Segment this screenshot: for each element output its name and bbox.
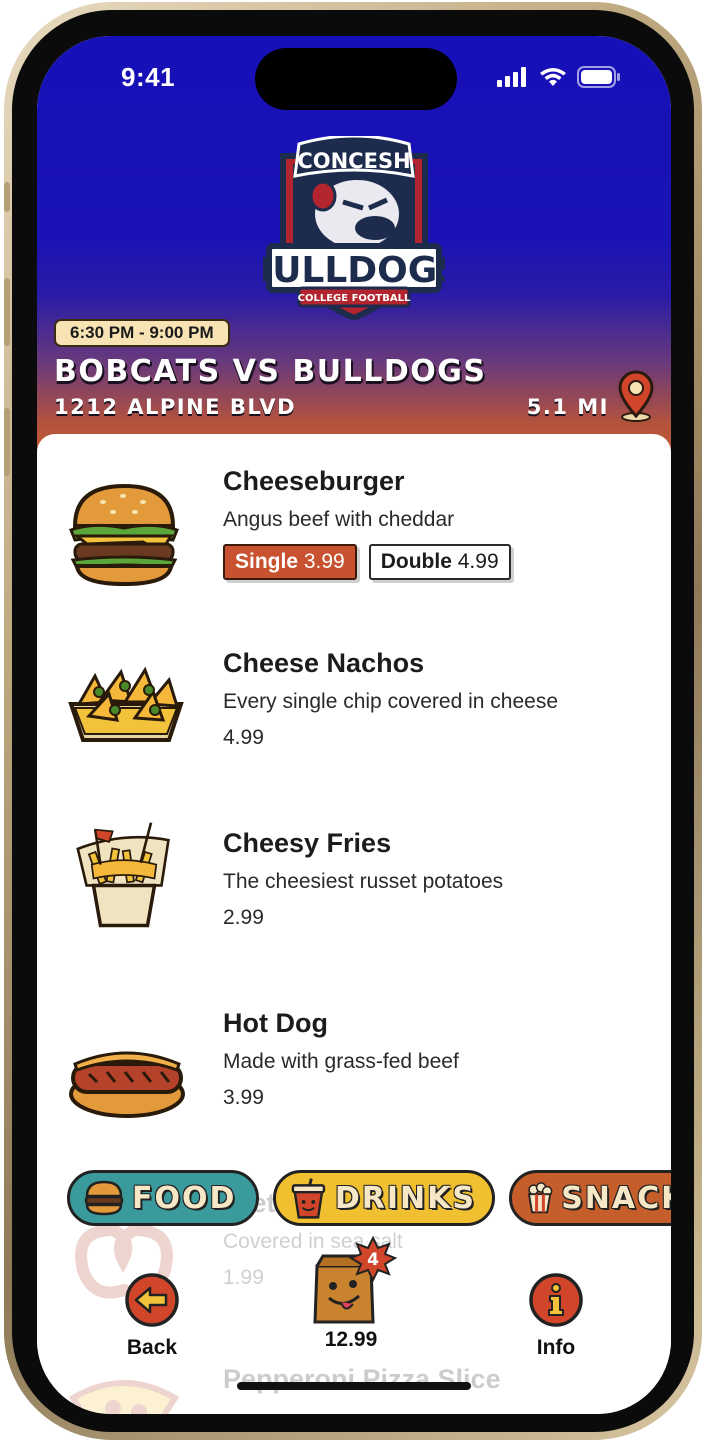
category-drinks-button[interactable]: DRINKS bbox=[273, 1170, 495, 1226]
size-label: Double bbox=[380, 550, 452, 573]
nachos-icon bbox=[68, 666, 184, 742]
item-name: Cheeseburger bbox=[223, 466, 405, 496]
item-name: Cheesy Fries bbox=[223, 828, 392, 858]
popcorn-icon bbox=[527, 1182, 553, 1214]
cheeseburger-icon bbox=[69, 483, 179, 587]
info-button[interactable]: Info bbox=[521, 1272, 591, 1360]
category-food-button[interactable]: FOOD bbox=[67, 1170, 259, 1226]
item-name: Cheese Nachos bbox=[223, 648, 425, 678]
item-description: Angus beef with cheddar bbox=[223, 508, 455, 531]
volume-down-button bbox=[4, 408, 10, 476]
status-time: 9:41 bbox=[121, 62, 176, 92]
event-header: 9:41 CONCESH ULLDOG COLLEGE FOOTBALL 6:3… bbox=[37, 36, 671, 456]
item-price: 3.99 bbox=[223, 1086, 264, 1109]
burger-icon bbox=[84, 1180, 124, 1216]
back-button[interactable]: Back bbox=[115, 1272, 189, 1360]
size-single-button[interactable]: Single 3.99 bbox=[223, 544, 357, 580]
signal-icon bbox=[497, 67, 526, 87]
category-label: DRINKS bbox=[334, 1180, 476, 1216]
size-label: Single bbox=[235, 550, 299, 573]
hot-dog-icon bbox=[69, 1051, 185, 1118]
wifi-icon bbox=[540, 68, 566, 86]
logo-line2: BULLDOGS bbox=[263, 250, 445, 291]
item-name: Hot Dog bbox=[223, 1008, 328, 1038]
pizza-icon bbox=[68, 1380, 180, 1414]
size-price: 4.99 bbox=[457, 550, 499, 573]
category-label: FOOD bbox=[132, 1180, 237, 1216]
category-snacks-button[interactable]: SNACKS bbox=[509, 1170, 671, 1226]
item-price: 4.99 bbox=[223, 726, 264, 749]
bulldogs-logo: CONCESH BULLDOGS COLLEGE FOOTBALL bbox=[263, 136, 445, 320]
item-description: Made with grass-fed beef bbox=[223, 1050, 459, 1073]
item-description: Every single chip covered in cheese bbox=[223, 690, 559, 713]
size-double-button[interactable]: Double 4.99 bbox=[368, 544, 511, 580]
event-time-badge: 6:30 PM - 9:00 PM bbox=[54, 319, 230, 347]
category-label: SNACKS bbox=[561, 1180, 671, 1216]
shopping-bag-icon: 4 bbox=[313, 1235, 398, 1324]
category-bar: FOOD DRINKS SNACKS bbox=[67, 1170, 671, 1226]
item-description: The cheesiest russet potatoes bbox=[223, 870, 504, 893]
info-icon bbox=[529, 1273, 583, 1327]
cart-total: 12.99 bbox=[324, 1328, 378, 1351]
back-arrow-icon bbox=[125, 1273, 179, 1327]
cart-count-badge: 4 bbox=[367, 1250, 379, 1270]
game-title: BOBCATS VS BULLDOGS bbox=[54, 354, 487, 389]
item-name: Pepperoni Pizza Slice bbox=[223, 1364, 501, 1394]
venue-distance: 5.1 MI bbox=[526, 395, 609, 419]
status-icons bbox=[497, 66, 621, 88]
size-price: 3.99 bbox=[303, 550, 345, 573]
size-options: Single 3.99 Double 4.99 bbox=[223, 544, 511, 580]
fries-icon bbox=[76, 822, 170, 928]
info-label: Info bbox=[536, 1336, 576, 1359]
map-pin-icon[interactable] bbox=[617, 370, 655, 422]
cup-icon bbox=[291, 1178, 326, 1219]
battery-icon bbox=[577, 66, 620, 88]
cart-button[interactable]: 4 12.99 bbox=[301, 1234, 401, 1352]
dynamic-island bbox=[255, 48, 457, 110]
action-button bbox=[4, 182, 10, 212]
logo-line3: COLLEGE FOOTBALL bbox=[298, 293, 411, 304]
logo-line1: CONCESH bbox=[297, 149, 410, 173]
screen: 9:41 CONCESH ULLDOG COLLEGE FOOTBALL 6:3… bbox=[37, 36, 671, 1414]
item-price: 1.99 bbox=[223, 1266, 264, 1289]
volume-up-button bbox=[4, 278, 10, 346]
home-indicator[interactable] bbox=[237, 1382, 471, 1390]
back-label: Back bbox=[126, 1336, 178, 1359]
item-price: 2.99 bbox=[223, 906, 264, 929]
venue-address[interactable]: 1212 ALPINE BLVD bbox=[54, 395, 296, 419]
